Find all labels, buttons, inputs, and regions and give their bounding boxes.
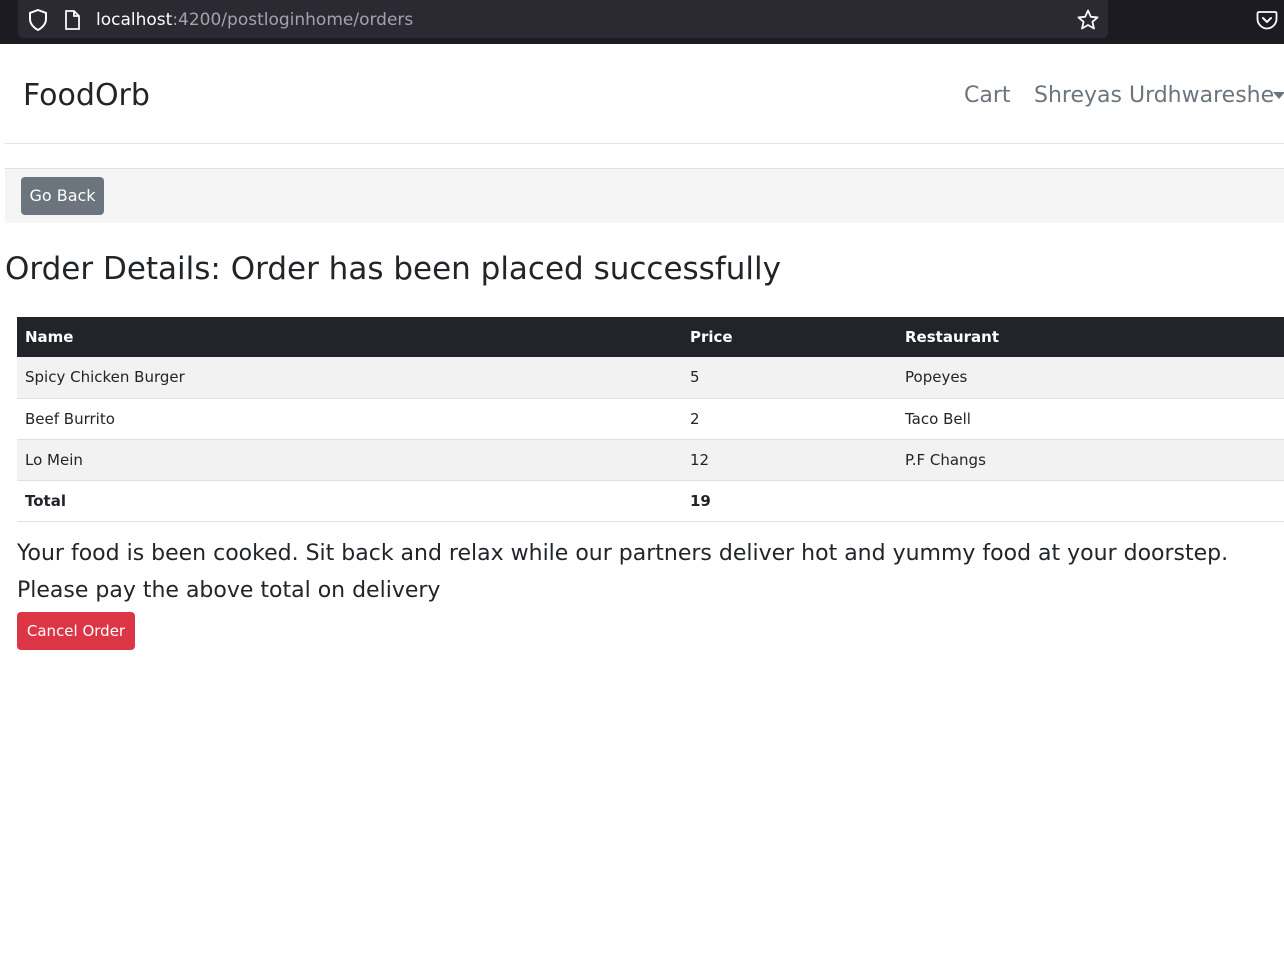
cancel-order-button[interactable]: Cancel Order — [17, 612, 135, 650]
item-price-cell: 2 — [682, 398, 897, 440]
brand-logo[interactable]: FoodOrb — [23, 77, 150, 115]
item-name-cell: Beef Burrito — [17, 398, 682, 440]
navbar: FoodOrb Cart Shreyas Urdhwareshe — [5, 45, 1284, 144]
user-menu-toggle[interactable]: Shreyas Urdhwareshe — [1034, 81, 1274, 111]
table-row: Spicy Chicken Burger 5 Popeyes — [17, 357, 1284, 399]
url-path: :4200/postloginhome/orders — [172, 10, 414, 30]
action-toolbar: Go Back — [5, 168, 1284, 223]
pocket-icon[interactable] — [1256, 9, 1278, 31]
column-header-restaurant: Restaurant — [897, 317, 1284, 357]
total-row: Total 19 — [17, 480, 1284, 522]
column-header-name: Name — [17, 317, 682, 357]
total-label: Total — [17, 480, 682, 522]
table-row: Lo Mein 12 P.F Changs — [17, 439, 1284, 481]
column-header-price: Price — [682, 317, 897, 357]
total-empty-cell — [897, 480, 1284, 522]
table-row: Beef Burrito 2 Taco Bell — [17, 398, 1284, 440]
go-back-button[interactable]: Go Back — [21, 177, 104, 215]
url-host: localhost — [96, 10, 173, 30]
shield-icon[interactable] — [28, 9, 48, 31]
browser-toolbar: localhost:4200/postloginhome/orders — [0, 0, 1284, 44]
order-table: Name Price Restaurant Spicy Chicken Burg… — [17, 317, 1284, 522]
nav-cart-link[interactable]: Cart — [964, 81, 1011, 111]
cooking-message: Your food is been cooked. Sit back and r… — [17, 541, 1229, 566]
item-price-cell: 12 — [682, 439, 897, 481]
item-restaurant-cell: Popeyes — [897, 357, 1284, 399]
caret-down-icon[interactable] — [1273, 92, 1284, 99]
item-name-cell: Lo Mein — [17, 439, 682, 481]
payment-message: Please pay the above total on delivery — [17, 578, 441, 603]
item-price-cell: 5 — [682, 357, 897, 399]
item-restaurant-cell: P.F Changs — [897, 439, 1284, 481]
item-name-cell: Spicy Chicken Burger — [17, 357, 682, 399]
url-text[interactable]: localhost:4200/postloginhome/orders — [96, 10, 413, 30]
table-header-row: Name Price Restaurant — [17, 317, 1284, 357]
total-value: 19 — [682, 480, 897, 522]
page-title: Order Details: Order has been placed suc… — [5, 251, 781, 287]
item-restaurant-cell: Taco Bell — [897, 398, 1284, 440]
page-icon — [65, 10, 80, 30]
star-icon[interactable] — [1076, 8, 1100, 32]
